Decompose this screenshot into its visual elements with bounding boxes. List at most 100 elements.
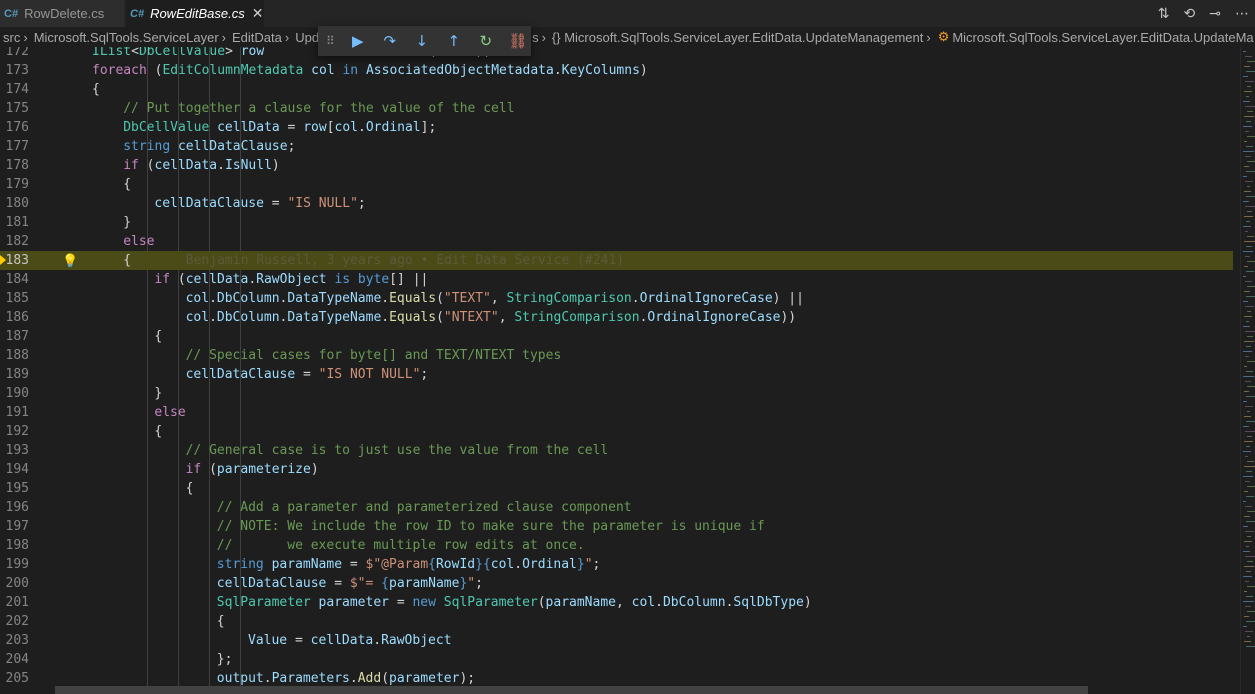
continue-icon[interactable]: ▶	[342, 32, 374, 50]
step-out-icon[interactable]: ↑	[438, 32, 470, 50]
code-line[interactable]: 201 SqlParameter parameter = new SqlParam…	[0, 593, 1233, 612]
code-line[interactable]: 193 // General case is to just use the va…	[0, 441, 1233, 460]
code-line[interactable]: 174 {	[0, 80, 1233, 99]
code-line[interactable]: 180 cellDataClause = "IS NULL";	[0, 194, 1233, 213]
code-line[interactable]: 175 // Put together a clause for the valu…	[0, 99, 1233, 118]
code-token: ;	[357, 196, 366, 211]
code-line[interactable]: 177 string cellDataClause;	[0, 137, 1233, 156]
code-editor[interactable]: 172IList<DbCellValue> row w(RowId);173fo…	[0, 47, 1240, 694]
minimap-line	[1246, 546, 1249, 547]
go-forward-icon[interactable]: ⊸	[1209, 6, 1221, 22]
tab-roweditbase[interactable]: C# RowEditBase.cs ✕	[126, 0, 264, 27]
code-token: .	[209, 291, 217, 306]
code-line[interactable]: 178 if (cellData.IsNull)	[0, 156, 1233, 175]
minimap-line	[1247, 386, 1255, 387]
minimap-line	[1243, 526, 1248, 527]
code-line[interactable]: 172IList<DbCellValue> row w(RowId);	[0, 47, 1233, 61]
code-line[interactable]: 190}	[0, 384, 1233, 403]
minimap-line	[1245, 181, 1253, 182]
code-line[interactable]: 203 Value = cellData.RawObject	[0, 631, 1233, 650]
minimap-line	[1244, 141, 1247, 142]
line-number: 199	[5, 557, 29, 572]
code-token: <	[131, 47, 139, 59]
code-line[interactable]: 191 else	[0, 403, 1233, 422]
minimap-line	[1243, 501, 1246, 502]
code-token: .	[631, 291, 640, 306]
code-token: {	[123, 253, 132, 268]
code-token: {	[216, 614, 225, 629]
code-line[interactable]: 196 // Add a parameter and parameterized …	[0, 498, 1233, 517]
line-number: 193	[5, 443, 29, 458]
minimap-line	[1245, 506, 1252, 507]
code-line[interactable]: 173 foreach (EditColumnMetadata col in As…	[0, 61, 1233, 80]
chevron-right-icon: ›	[541, 29, 546, 45]
breadcrumb-item[interactable]: Upd	[295, 30, 319, 45]
code-line[interactable]: 181}	[0, 213, 1233, 232]
compare-changes-icon[interactable]: ⇅	[1158, 6, 1170, 22]
step-over-icon[interactable]: ↷	[374, 32, 406, 50]
breadcrumb-item[interactable]: Microsoft.SqlTools.ServiceLayer	[34, 30, 219, 45]
minimap-line	[1246, 471, 1252, 472]
code-token: // NOTE: We include the row ID to make s…	[216, 519, 765, 534]
code-line[interactable]: 176 DbCellValue cellData = row[col.Ordina…	[0, 118, 1233, 137]
minimap-line	[1247, 311, 1251, 312]
code-line[interactable]: 182 else	[0, 232, 1233, 251]
restart-icon[interactable]: ↻	[470, 32, 502, 50]
minimap-line	[1246, 371, 1253, 372]
code-line[interactable]: 💡 183 { Benjamin Russell, 3 years ago • Ed…	[0, 251, 1233, 270]
code-line[interactable]: 200 cellDataClause = $"= {paramName}";	[0, 574, 1233, 593]
code-token: {	[123, 177, 132, 192]
drag-handle-icon[interactable]: ⠿	[326, 34, 335, 48]
minimap-line	[1244, 316, 1252, 317]
minimap-line	[1247, 286, 1255, 287]
code-line[interactable]: 187 {	[0, 327, 1233, 346]
code-token: (	[170, 272, 186, 287]
code-token: Value	[248, 633, 288, 648]
horizontal-scrollbar[interactable]	[55, 686, 1088, 694]
code-text: // General case is to just use the value…	[186, 441, 609, 460]
minimap-line	[1246, 496, 1254, 497]
breadcrumb-item[interactable]: EditData	[232, 30, 282, 45]
breadcrumb-class[interactable]: Microsoft.SqlTools.ServiceLayer.EditData…	[952, 30, 1253, 45]
minimap-line	[1244, 91, 1252, 92]
minimap-line	[1243, 251, 1253, 252]
code-token: )	[271, 158, 280, 173]
breadcrumb-namespace[interactable]: {} Microsoft.SqlTools.ServiceLayer.EditD…	[552, 30, 923, 45]
code-line[interactable]: 185 col.DbColumn.DataTypeName.Equals("TEX…	[0, 289, 1233, 308]
minimap-line	[1244, 616, 1249, 617]
code-text: };	[217, 650, 233, 669]
code-token: (	[436, 291, 444, 306]
code-line[interactable]: 195 {	[0, 479, 1233, 498]
breadcrumb-item[interactable]: src	[3, 30, 20, 45]
code-line[interactable]: 186 col.DbColumn.DataTypeName.Equals("NTE…	[0, 308, 1233, 327]
code-token: "TEXT"	[443, 291, 491, 306]
code-line[interactable]: 189 cellDataClause = "IS NOT NULL";	[0, 365, 1233, 384]
code-line[interactable]: 202 {	[0, 612, 1233, 631]
code-line[interactable]: 179 {	[0, 175, 1233, 194]
line-number: 202	[5, 614, 29, 629]
code-line[interactable]: 198 // we execute multiple row edits at o…	[0, 536, 1233, 555]
minimap[interactable]	[1240, 47, 1255, 694]
code-text: // Put together a clause for the value o…	[123, 99, 514, 118]
minimap-line	[1247, 361, 1255, 362]
close-icon[interactable]: ✕	[252, 5, 264, 22]
minimap-line	[1245, 356, 1249, 357]
tab-rowdelete[interactable]: C# RowDelete.cs	[0, 0, 124, 27]
more-actions-icon[interactable]: ⋯	[1235, 6, 1249, 22]
code-line[interactable]: 199 string paramName = $"@Param{RowId}{co…	[0, 555, 1233, 574]
code-line[interactable]: 194 if (parameterize)	[0, 460, 1233, 479]
minimap-line	[1245, 306, 1254, 307]
step-into-icon[interactable]: ↓	[406, 32, 438, 50]
go-back-icon[interactable]: ⟲	[1184, 6, 1196, 22]
code-line[interactable]: 192 {	[0, 422, 1233, 441]
lightbulb-icon[interactable]: 💡	[62, 252, 78, 271]
disconnect-icon[interactable]: ⛓	[502, 32, 534, 50]
minimap-line	[1243, 426, 1249, 427]
code-line[interactable]: 184 if (cellData.RawObject is byte[] ||	[0, 270, 1233, 289]
code-line[interactable]: 204};	[0, 650, 1233, 669]
code-line[interactable]: 197 // NOTE: We include the row ID to mak…	[0, 517, 1233, 536]
code-token: // Add a parameter and parameterized cla…	[216, 500, 632, 515]
code-token: .	[373, 633, 382, 648]
code-line[interactable]: 188 // Special cases for byte[] and TEXT/…	[0, 346, 1233, 365]
